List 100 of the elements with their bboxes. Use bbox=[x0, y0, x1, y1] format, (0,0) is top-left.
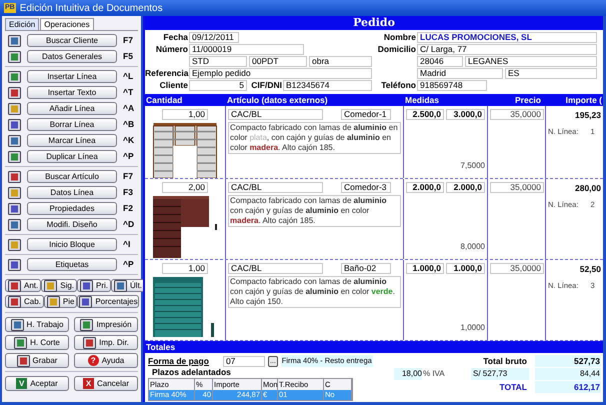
document-icon[interactable] bbox=[8, 170, 21, 182]
text-field[interactable]: B12345674 bbox=[283, 80, 372, 91]
text-field[interactable]: CAC/BL bbox=[228, 263, 323, 274]
nav-button[interactable]: Pie bbox=[44, 295, 78, 308]
vat-label: % IVA bbox=[423, 368, 446, 380]
tab[interactable]: Edición bbox=[5, 18, 40, 30]
text-field[interactable]: 2.500,0 bbox=[406, 109, 444, 120]
text-field[interactable]: Madrid bbox=[417, 68, 503, 79]
nav-button[interactable]: Ant. bbox=[5, 279, 42, 292]
tool-button[interactable]: Añadir Línea bbox=[27, 102, 117, 115]
text-field[interactable]: Baño-02 bbox=[341, 263, 391, 274]
document-icon[interactable] bbox=[8, 296, 21, 308]
shortcut-key: ^K bbox=[123, 134, 134, 147]
document-icon[interactable] bbox=[46, 296, 60, 308]
document-icon[interactable] bbox=[8, 280, 21, 292]
action-button[interactable]: H. Corte bbox=[5, 335, 69, 350]
tool-button[interactable]: Etiquetas bbox=[27, 258, 117, 271]
document-icon[interactable] bbox=[83, 336, 96, 348]
area-value: 8,0000 bbox=[460, 241, 485, 253]
text-field[interactable]: obra bbox=[309, 56, 372, 67]
text-field[interactable]: 09/12/2011 bbox=[189, 32, 239, 43]
document-icon[interactable] bbox=[8, 102, 21, 114]
document-icon[interactable] bbox=[80, 318, 94, 330]
document-icon[interactable] bbox=[8, 86, 21, 98]
action-button[interactable]: ? Ayuda bbox=[74, 353, 138, 368]
nav-button[interactable]: Porcentajes bbox=[77, 295, 140, 308]
action-button[interactable]: Imp. Dir. bbox=[74, 335, 138, 350]
document-icon[interactable] bbox=[8, 50, 21, 62]
column-header: Medidas bbox=[404, 94, 440, 106]
area-value: 7,5000 bbox=[460, 160, 485, 172]
document-icon[interactable] bbox=[8, 134, 21, 146]
document-icon[interactable] bbox=[16, 354, 30, 366]
tab[interactable]: Operaciones bbox=[40, 18, 94, 30]
text-field[interactable]: 35,0000 bbox=[490, 109, 544, 120]
nav-button[interactable]: Sig. bbox=[41, 279, 78, 292]
document-icon[interactable] bbox=[44, 280, 58, 292]
tool-button[interactable]: Duplicar Línea bbox=[27, 150, 117, 163]
text-field[interactable]: 1,00 bbox=[162, 263, 208, 274]
text-field[interactable]: 11/000019 bbox=[189, 44, 304, 55]
tool-button[interactable]: Borrar Línea bbox=[27, 118, 117, 131]
text-field[interactable]: 5 bbox=[189, 80, 247, 91]
text-field[interactable]: Comedor-3 bbox=[341, 182, 391, 193]
text-field[interactable]: 1.000,0 bbox=[446, 263, 485, 274]
document-icon[interactable] bbox=[10, 318, 24, 330]
text-field[interactable]: LEGANES bbox=[465, 56, 597, 67]
text-field[interactable]: 2.000,0 bbox=[406, 182, 444, 193]
document-icon[interactable] bbox=[79, 296, 92, 308]
action-button[interactable]: H. Trabajo bbox=[5, 317, 69, 332]
nav-button[interactable]: Pri. bbox=[77, 279, 112, 292]
tool-button[interactable]: Buscar Artículo bbox=[27, 170, 117, 183]
text-field[interactable]: 918569748 bbox=[417, 80, 487, 91]
document-icon[interactable] bbox=[8, 150, 21, 162]
tool-button[interactable]: Buscar Cliente bbox=[27, 34, 117, 47]
document-icon[interactable] bbox=[8, 34, 21, 46]
action-button[interactable]: V Aceptar bbox=[5, 376, 69, 391]
text-field[interactable]: 1.000,0 bbox=[406, 263, 444, 274]
document-icon[interactable] bbox=[8, 186, 21, 198]
tool-button[interactable]: Datos Línea bbox=[27, 186, 117, 199]
text-field[interactable]: 2.000,0 bbox=[446, 182, 485, 193]
text-field[interactable]: CAC/BL bbox=[228, 182, 323, 193]
text-field[interactable]: 00PDT bbox=[249, 56, 307, 67]
text-field[interactable]: LUCAS PROMOCIONES, SL bbox=[417, 32, 597, 43]
nav-button[interactable]: Cab. bbox=[5, 295, 44, 308]
text-field[interactable]: 35,0000 bbox=[490, 182, 544, 193]
text-field[interactable]: C/ Larga, 77 bbox=[417, 44, 597, 55]
button-mark: X bbox=[82, 378, 94, 389]
text-field[interactable]: 35,0000 bbox=[490, 263, 544, 274]
document-icon[interactable] bbox=[8, 258, 21, 270]
text-field[interactable]: ES bbox=[505, 68, 597, 79]
text-field[interactable]: STD bbox=[189, 56, 247, 67]
document-icon[interactable] bbox=[8, 118, 21, 130]
document-icon[interactable] bbox=[14, 336, 28, 348]
text-field[interactable]: Comedor-1 bbox=[341, 109, 391, 120]
tool-button[interactable]: Marcar Línea bbox=[27, 134, 117, 147]
action-button[interactable]: X Cancelar bbox=[74, 376, 138, 391]
tool-button[interactable]: Insertar Texto bbox=[27, 86, 117, 99]
action-button[interactable]: Impresión bbox=[74, 317, 138, 332]
text-field[interactable]: Ejemplo pedido bbox=[189, 68, 372, 79]
document-icon[interactable] bbox=[80, 280, 94, 292]
document-icon[interactable] bbox=[8, 70, 21, 82]
nav-button[interactable]: Últ. bbox=[111, 279, 146, 292]
text-field[interactable]: 2,00 bbox=[162, 182, 208, 193]
description-box: Compacto fabricado con lamas de aluminio en color plata, con cajón y guías de aluminio en color madera. Alto cajón 185. bbox=[228, 122, 401, 154]
tool-button[interactable]: Insertar Línea bbox=[27, 70, 117, 83]
tool-button[interactable]: Propiedades bbox=[27, 202, 117, 215]
totals-bar: Totales bbox=[145, 341, 603, 353]
tool-button[interactable]: Modifi. Diseño bbox=[27, 218, 117, 231]
tool-button[interactable]: Inicio Bloque bbox=[27, 238, 117, 251]
text-field[interactable]: 3.000,0 bbox=[446, 109, 485, 120]
document-icon[interactable] bbox=[8, 218, 21, 230]
document-icon[interactable] bbox=[8, 202, 21, 214]
field-label: Nombre bbox=[382, 32, 417, 43]
document-icon[interactable] bbox=[114, 280, 128, 292]
text-field[interactable]: 1,00 bbox=[162, 109, 208, 120]
document-icon[interactable] bbox=[8, 238, 21, 250]
text-field[interactable]: 07 bbox=[222, 356, 265, 366]
action-button[interactable]: Grabar bbox=[5, 353, 69, 368]
tool-button[interactable]: Datos Generales bbox=[27, 50, 117, 63]
text-field[interactable]: CAC/BL bbox=[228, 109, 323, 120]
text-field[interactable]: 28046 bbox=[417, 56, 463, 67]
